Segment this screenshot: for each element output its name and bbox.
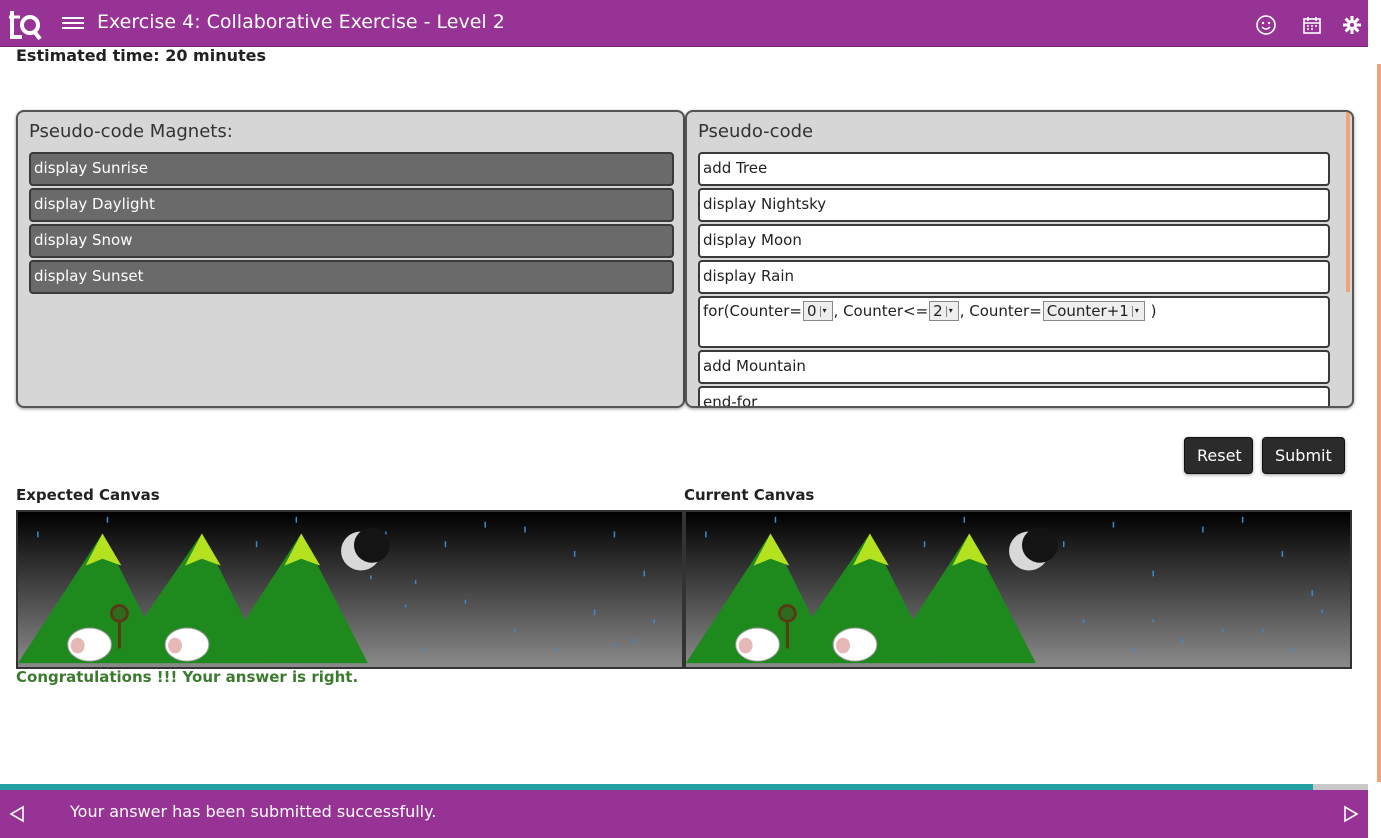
- for-suffix: ): [1145, 302, 1157, 320]
- code-line[interactable]: display Moon: [698, 224, 1330, 258]
- magnets-title: Pseudo-code Magnets:: [29, 121, 233, 142]
- top-bar: Exercise 4: Collaborative Exercise - Lev…: [0, 0, 1368, 47]
- status-message: Your answer has been submitted successfu…: [70, 802, 437, 821]
- pseudocode-title: Pseudo-code: [698, 121, 814, 142]
- for-loop-line[interactable]: for(Counter= 0 ▾, Counter<= 2 ▾, Counter= Cou…: [698, 296, 1330, 348]
- previous-arrow-icon[interactable]: [8, 804, 26, 824]
- counter-end-select[interactable]: 2 ▾: [929, 301, 959, 321]
- chevron-down-icon: ▾: [1131, 306, 1141, 317]
- magnet-item[interactable]: display Sunset: [29, 260, 674, 294]
- expected-canvas-label: Expected Canvas: [16, 486, 160, 504]
- for-mid2: , Counter=: [959, 302, 1042, 320]
- scrollbar[interactable]: [1377, 64, 1381, 782]
- for-prefix: for(Counter=: [703, 302, 802, 320]
- code-line[interactable]: end-for: [698, 386, 1330, 406]
- next-arrow-icon[interactable]: [1342, 804, 1360, 824]
- chevron-down-icon: ▾: [819, 306, 829, 317]
- magnet-item[interactable]: display Sunrise: [29, 152, 674, 186]
- logo-icon[interactable]: [8, 7, 42, 41]
- expected-canvas: [16, 510, 684, 669]
- counter-step-select[interactable]: Counter+1 ▾: [1042, 301, 1145, 321]
- code-line[interactable]: add Tree: [698, 152, 1330, 186]
- pseudocode-panel: Pseudo-code add Tree display Nightsky di…: [685, 110, 1354, 408]
- estimated-time: Estimated time: 20 minutes: [16, 46, 266, 65]
- gear-icon[interactable]: [1341, 14, 1363, 36]
- pseudocode-scrollbar[interactable]: [1346, 112, 1350, 292]
- magnet-item[interactable]: display Daylight: [29, 188, 674, 222]
- smiley-icon[interactable]: [1255, 14, 1277, 36]
- magnet-item[interactable]: display Snow: [29, 224, 674, 258]
- current-canvas-label: Current Canvas: [684, 486, 815, 504]
- page-title: Exercise 4: Collaborative Exercise - Lev…: [97, 11, 505, 33]
- code-line[interactable]: display Nightsky: [698, 188, 1330, 222]
- chevron-down-icon: ▾: [945, 306, 955, 317]
- code-line[interactable]: display Rain: [698, 260, 1330, 294]
- reset-button[interactable]: Reset: [1184, 437, 1253, 474]
- current-canvas: [684, 510, 1352, 669]
- result-message: Congratulations !!! Your answer is right…: [16, 668, 359, 686]
- for-mid: , Counter<=: [833, 302, 929, 320]
- submit-button[interactable]: Submit: [1262, 437, 1345, 474]
- menu-icon[interactable]: [62, 14, 84, 32]
- counter-start-select[interactable]: 0 ▾: [803, 301, 833, 321]
- bottom-bar: Your answer has been submitted successfu…: [0, 790, 1368, 838]
- magnets-panel: Pseudo-code Magnets: display Sunrise dis…: [16, 110, 685, 408]
- calendar-icon[interactable]: [1301, 14, 1323, 36]
- code-line[interactable]: add Mountain: [698, 350, 1330, 384]
